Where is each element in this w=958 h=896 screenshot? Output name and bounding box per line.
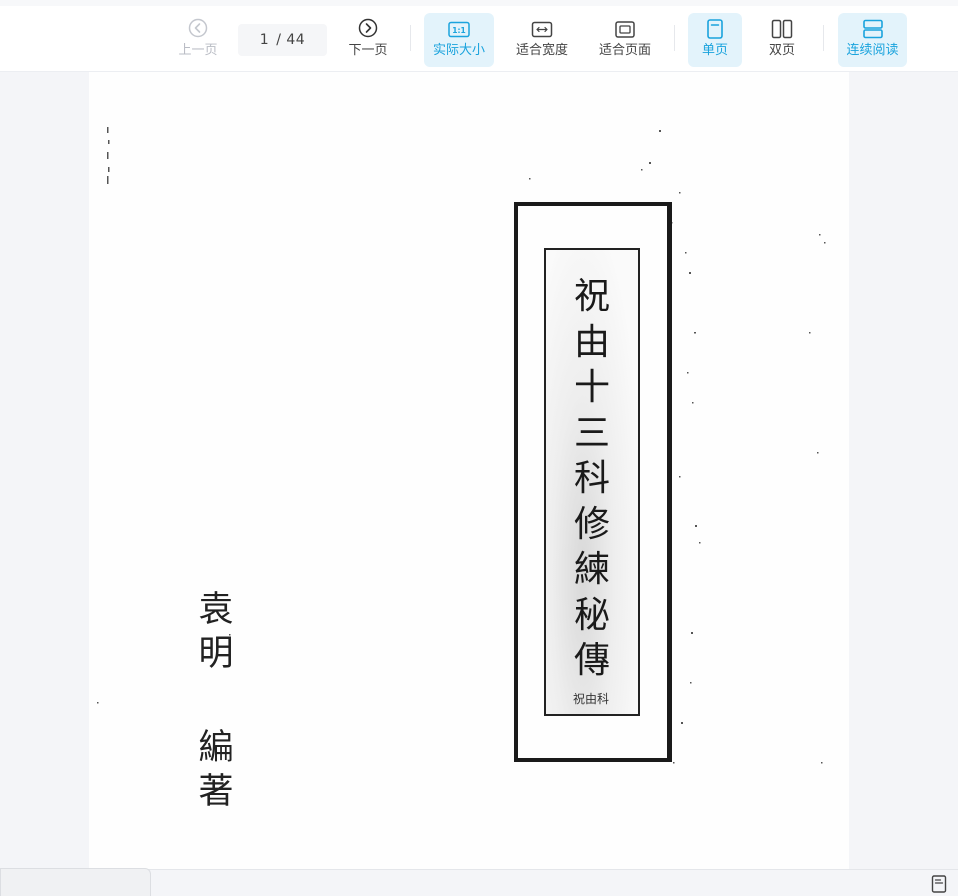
fit-page-label: 适合页面	[598, 43, 651, 58]
viewer-toolbar: 上一页 1 / 44 下一页 1:1 实际大小 适合宽度 适合页面 单页 双页 …	[0, 0, 958, 72]
bottom-tab[interactable]	[0, 868, 151, 896]
fit-width-icon	[531, 13, 553, 39]
bottom-status-bar	[0, 868, 958, 896]
toolbar-divider	[823, 25, 824, 51]
toolbar-divider	[410, 25, 411, 51]
document-outline-icon[interactable]	[931, 875, 947, 893]
single-page-button[interactable]: 单页	[688, 13, 742, 67]
actual-size-label: 实际大小	[432, 43, 485, 58]
next-page-button[interactable]: 下一页	[342, 13, 394, 67]
toolbar-top-strip	[0, 0, 958, 6]
continuous-scroll-icon	[862, 13, 884, 39]
continuous-reading-label: 连续阅读	[846, 43, 899, 58]
document-page: 祝由十三科修練秘傳 祝由科 袁明 編著	[89, 72, 849, 870]
current-page-input[interactable]: 1	[260, 32, 269, 48]
single-page-icon	[706, 13, 724, 39]
svg-text:1:1: 1:1	[452, 26, 465, 35]
single-page-label: 单页	[701, 43, 728, 58]
double-page-icon	[771, 13, 793, 39]
chevron-left-circle-icon	[187, 13, 209, 39]
next-page-label: 下一页	[348, 43, 388, 58]
fit-width-label: 适合宽度	[515, 43, 568, 58]
continuous-reading-button[interactable]: 连续阅读	[838, 13, 907, 67]
actual-size-button[interactable]: 1:1 实际大小	[424, 13, 494, 67]
fit-page-button[interactable]: 适合页面	[591, 13, 659, 67]
total-pages-label: / 44	[276, 32, 306, 48]
fit-page-icon	[614, 13, 636, 39]
book-title-seal: 祝由科	[572, 692, 609, 706]
double-page-button[interactable]: 双页	[756, 13, 808, 67]
book-title: 祝由十三科修練秘傳	[573, 276, 610, 681]
double-page-label: 双页	[768, 43, 795, 58]
chevron-right-circle-icon	[357, 13, 379, 39]
actual-size-icon: 1:1	[448, 13, 470, 39]
author-role: 編著	[198, 728, 234, 812]
page-number-field[interactable]: 1 / 44	[238, 24, 327, 56]
prev-page-label: 上一页	[178, 43, 218, 58]
prev-page-button[interactable]: 上一页	[172, 13, 224, 67]
toolbar-divider	[674, 25, 675, 51]
author-name: 袁明	[198, 590, 234, 674]
fit-width-button[interactable]: 适合宽度	[508, 13, 576, 67]
